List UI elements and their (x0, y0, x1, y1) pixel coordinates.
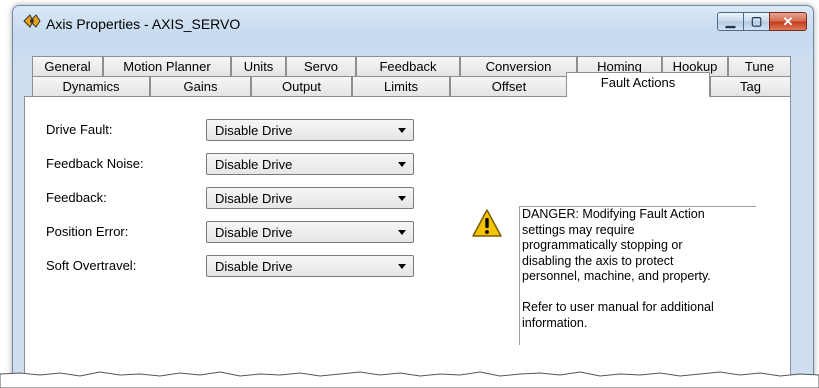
maximize-button[interactable]: ▢ (743, 12, 770, 31)
minimize-icon: ▁ (725, 14, 736, 28)
chevron-down-icon (398, 264, 406, 269)
position-error-value: Disable Drive (215, 225, 293, 240)
window-title: Axis Properties - AXIS_SERVO (46, 16, 241, 32)
soft-overtravel-value: Disable Drive (215, 259, 293, 274)
tab-dynamics[interactable]: Dynamics (32, 76, 150, 97)
axis-app-icon (23, 14, 41, 28)
danger-message: DANGER: Modifying Fault Action settings … (522, 207, 714, 330)
chevron-down-icon (398, 162, 406, 167)
tab-label: Tag (740, 79, 761, 94)
tab-offset[interactable]: Offset (450, 76, 568, 97)
fault-actions-panel: Drive Fault: Disable Drive Feedback Nois… (24, 96, 791, 386)
tab-limits[interactable]: Limits (352, 76, 450, 97)
tab-label: Output (281, 79, 322, 94)
minimize-button[interactable]: ▁ (717, 12, 744, 31)
tab-label: Gains (183, 79, 218, 94)
danger-message-box: DANGER: Modifying Fault Action settings … (519, 206, 756, 345)
tab-fault-actions[interactable]: Fault Actions (566, 72, 710, 97)
position-error-select[interactable]: Disable Drive (206, 221, 414, 243)
tab-label: General (44, 59, 91, 74)
tab-label: Feedback (379, 59, 437, 74)
chevron-down-icon (398, 196, 406, 201)
drive-fault-select[interactable]: Disable Drive (206, 119, 414, 141)
tab-label: Conversion (485, 59, 552, 74)
tab-label: Limits (384, 79, 418, 94)
tab-label: Offset (491, 79, 527, 94)
tab-label: Motion Planner (123, 59, 211, 74)
tab-label: Dynamics (62, 79, 120, 94)
feedback-select[interactable]: Disable Drive (206, 187, 414, 209)
feedback-noise-label: Feedback Noise: (46, 156, 144, 171)
warning-icon (472, 209, 502, 237)
drive-fault-value: Disable Drive (215, 123, 293, 138)
tab-label: Servo (304, 59, 338, 74)
tab-label: Units (243, 59, 274, 74)
chevron-down-icon (398, 230, 406, 235)
tab-gains[interactable]: Gains (150, 76, 251, 97)
feedback-label: Feedback: (46, 190, 107, 205)
tab-tune[interactable]: Tune (728, 56, 791, 77)
title-bar[interactable]: Axis Properties - AXIS_SERVO ▁ ▢ ✕ (13, 6, 813, 38)
soft-overtravel-label: Soft Overtravel: (46, 258, 137, 273)
close-icon: ✕ (782, 14, 794, 29)
torn-edge (0, 371, 819, 388)
maximize-icon: ▢ (750, 14, 763, 28)
tab-units[interactable]: Units (231, 56, 286, 77)
position-error-label: Position Error: (46, 224, 129, 239)
drive-fault-label: Drive Fault: (46, 122, 113, 137)
tab-feedback[interactable]: Feedback (356, 56, 460, 77)
tab-servo[interactable]: Servo (286, 56, 356, 77)
feedback-value: Disable Drive (215, 191, 293, 206)
tab-motion-planner[interactable]: Motion Planner (103, 56, 231, 77)
tab-general[interactable]: General (32, 56, 103, 77)
feedback-noise-value: Disable Drive (215, 157, 293, 172)
tab-output[interactable]: Output (251, 76, 352, 97)
tab-conversion[interactable]: Conversion (460, 56, 577, 77)
chevron-down-icon (398, 128, 406, 133)
tab-tag[interactable]: Tag (710, 76, 791, 97)
feedback-noise-select[interactable]: Disable Drive (206, 153, 414, 175)
soft-overtravel-select[interactable]: Disable Drive (206, 255, 414, 277)
close-button[interactable]: ✕ (769, 12, 807, 31)
tab-label: Tune (744, 59, 775, 74)
tab-label: Fault Actions (600, 75, 676, 90)
